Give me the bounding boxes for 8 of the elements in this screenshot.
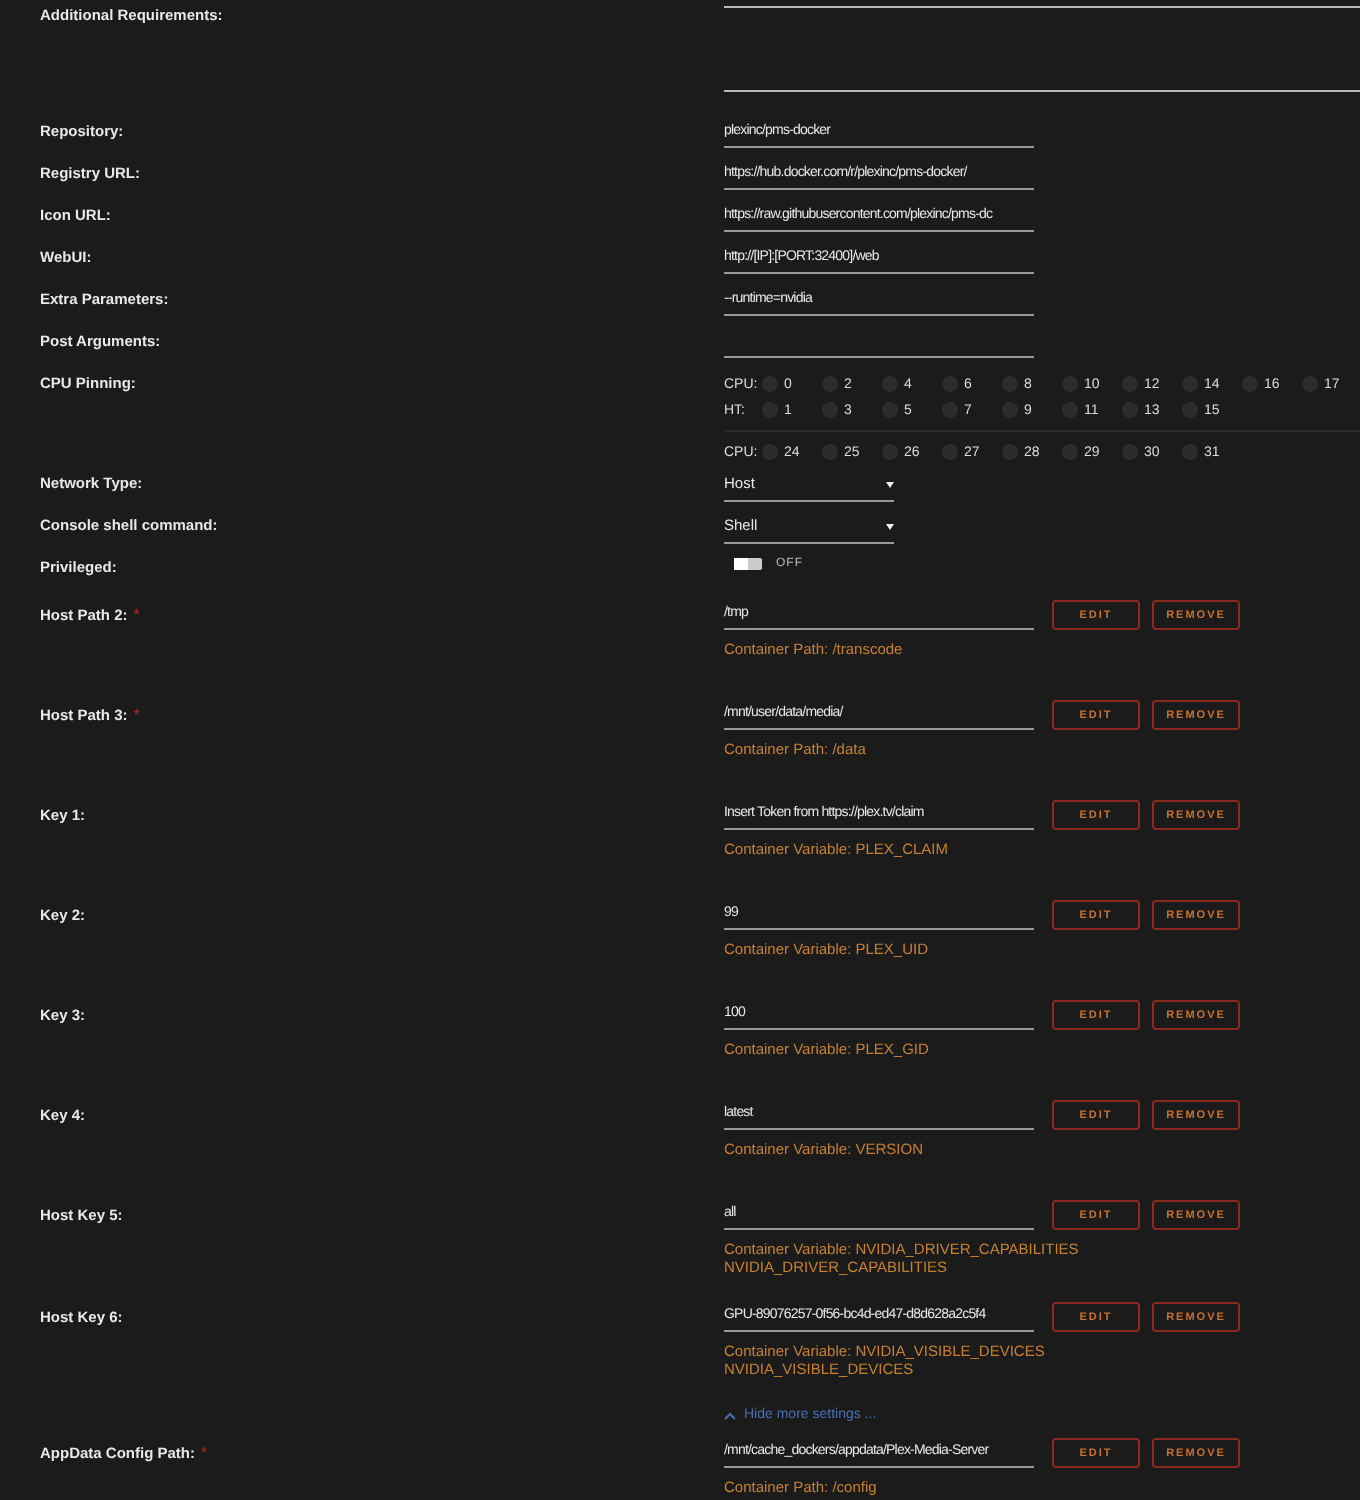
caret-icon (886, 524, 894, 530)
chevron-up-icon (724, 1411, 736, 1419)
required-mark: * (133, 706, 140, 724)
textarea-field[interactable] (724, 6, 1360, 92)
toggle-switch[interactable] (734, 558, 762, 570)
caret-icon (886, 482, 894, 488)
required-mark: * (133, 606, 140, 624)
required-mark: * (201, 1444, 208, 1462)
